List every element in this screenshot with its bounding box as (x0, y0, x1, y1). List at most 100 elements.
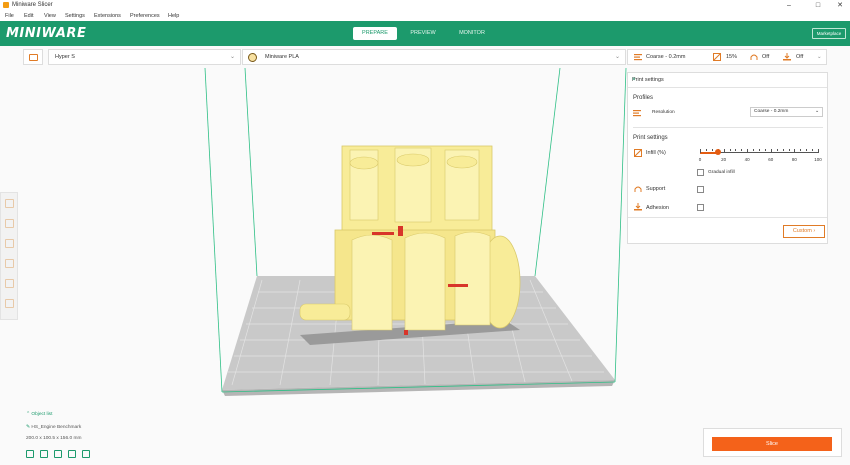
chevron-right-icon: › (813, 228, 816, 234)
menu-extensions[interactable]: Extensions (94, 11, 121, 21)
material-select[interactable]: Miniware PLA ⌄ (242, 49, 626, 65)
gradual-infill-checkbox[interactable] (697, 169, 704, 176)
chevron-down-icon: ⌄ (614, 54, 620, 60)
infill-label: Infill (%) (646, 150, 666, 156)
extruder-icon (248, 53, 257, 62)
infill-tick (741, 149, 743, 151)
move-tool-icon[interactable] (5, 199, 14, 208)
support-icon (750, 54, 758, 60)
open-file-button[interactable] (23, 49, 43, 65)
custom-button-label: Custom (792, 228, 812, 234)
menu-preferences[interactable]: Preferences (130, 11, 160, 21)
infill-tick-label: 20 (721, 157, 727, 162)
toolbar: Hyper S ⌄ Miniware PLA ⌄ Coarse - 0.2mm … (0, 46, 850, 68)
gradual-infill-label: Gradual infill (708, 170, 735, 175)
per-model-settings-icon[interactable] (5, 279, 14, 288)
profile-icon (634, 54, 642, 61)
marketplace-button[interactable]: Marketplace (812, 28, 846, 39)
adhesion-icon (783, 53, 791, 61)
maximize-button[interactable]: □ (811, 0, 825, 11)
summary-infill: 15% (726, 54, 738, 60)
adhesion-checkbox[interactable] (697, 204, 704, 211)
infill-tick (764, 149, 766, 151)
infill-tick (753, 149, 755, 151)
summary-support: Off (762, 54, 770, 60)
front-view-icon[interactable] (40, 450, 48, 458)
folder-icon (29, 54, 38, 61)
printer-name: Hyper S (55, 54, 75, 60)
infill-tick (818, 149, 819, 153)
infill-tick (705, 149, 707, 151)
adhesion-icon (634, 203, 642, 211)
rotate-tool-icon[interactable] (5, 239, 14, 248)
resolution-select[interactable]: Coarse - 0.2mm ⌄ (750, 107, 823, 117)
resolution-icon (633, 110, 641, 117)
menu-help[interactable]: Help (168, 11, 179, 21)
menu-settings[interactable]: Settings (65, 11, 85, 21)
infill-tick (723, 149, 725, 153)
infill-tick-label: 100 (814, 157, 822, 162)
mirror-tool-icon[interactable] (5, 259, 14, 268)
right-view-icon[interactable] (82, 450, 90, 458)
support-blocker-icon[interactable] (5, 299, 14, 308)
infill-tick (794, 149, 796, 153)
title-bar: Miniware Slicer – □ ✕ (0, 0, 850, 11)
menu-file[interactable]: File (5, 11, 14, 21)
object-name: HS_Engine Benchmark (31, 425, 82, 430)
header-bar: MINIWARE PREPARE PREVIEW MONITOR Marketp… (0, 21, 850, 46)
support-label: Support (646, 186, 666, 192)
material-name: Miniware PLA (265, 54, 299, 60)
infill-tick (747, 149, 749, 153)
resolution-value: Coarse - 0.2mm (754, 109, 789, 114)
tab-preview[interactable]: PREVIEW (402, 27, 444, 40)
brand-logo: MINIWARE (6, 26, 87, 41)
menu-edit[interactable]: Edit (24, 11, 33, 21)
settings-heading: Print settings (633, 135, 668, 141)
infill-tick (770, 149, 772, 153)
tab-prepare[interactable]: PREPARE (353, 27, 397, 40)
chevron-down-icon: ⌄ (817, 54, 822, 60)
infill-icon (634, 149, 642, 157)
printer-select[interactable]: Hyper S ⌄ (48, 49, 241, 65)
engine-model (299, 145, 521, 335)
app-icon (3, 2, 9, 8)
close-icon[interactable]: × (632, 77, 636, 83)
infill-tick-label: 40 (744, 157, 750, 162)
infill-tick (800, 149, 802, 151)
infill-tick-label: 80 (791, 157, 797, 162)
close-button[interactable]: ✕ (833, 0, 847, 11)
window-title: Miniware Slicer (12, 2, 53, 8)
slice-panel: Slice (703, 428, 842, 457)
infill-tick-label: 60 (768, 157, 774, 162)
print-settings-panel: Print settings × Profiles Resolution Coa… (627, 72, 828, 244)
minimize-button[interactable]: – (782, 0, 796, 11)
infill-tick (812, 149, 814, 151)
summary-profile: Coarse - 0.2mm (646, 54, 686, 60)
custom-button[interactable]: Custom › (783, 225, 825, 238)
resolution-label: Resolution (652, 110, 675, 115)
left-toolbar (0, 192, 18, 320)
object-list-toggle[interactable]: ⌃ Object list (26, 412, 52, 417)
support-checkbox[interactable] (697, 186, 704, 193)
menu-bar: File Edit View Settings Extensions Prefe… (0, 11, 850, 21)
left-view-icon[interactable] (68, 450, 76, 458)
infill-tick (782, 149, 784, 151)
tab-monitor[interactable]: MONITOR (450, 27, 494, 40)
object-name-row: ✎ HS_Engine Benchmark (26, 425, 81, 430)
infill-tick (735, 149, 737, 151)
infill-tick (759, 149, 760, 151)
adhesion-label: Adhesion (646, 205, 669, 211)
infill-icon (713, 53, 721, 61)
3d-view-icon[interactable] (26, 450, 34, 458)
top-view-icon[interactable] (54, 450, 62, 458)
infill-tick-label: 0 (698, 157, 702, 162)
infill-tick (806, 149, 808, 151)
summary-adhesion: Off (796, 54, 804, 60)
print-settings-summary[interactable]: Coarse - 0.2mm 15% Off Off ⌄ (627, 49, 827, 65)
slice-button[interactable]: Slice (712, 437, 832, 451)
menu-view[interactable]: View (44, 11, 56, 21)
scale-tool-icon[interactable] (5, 219, 14, 228)
panel-header: Print settings × (628, 73, 827, 88)
support-icon (634, 186, 642, 192)
infill-slider-handle[interactable] (714, 149, 721, 155)
